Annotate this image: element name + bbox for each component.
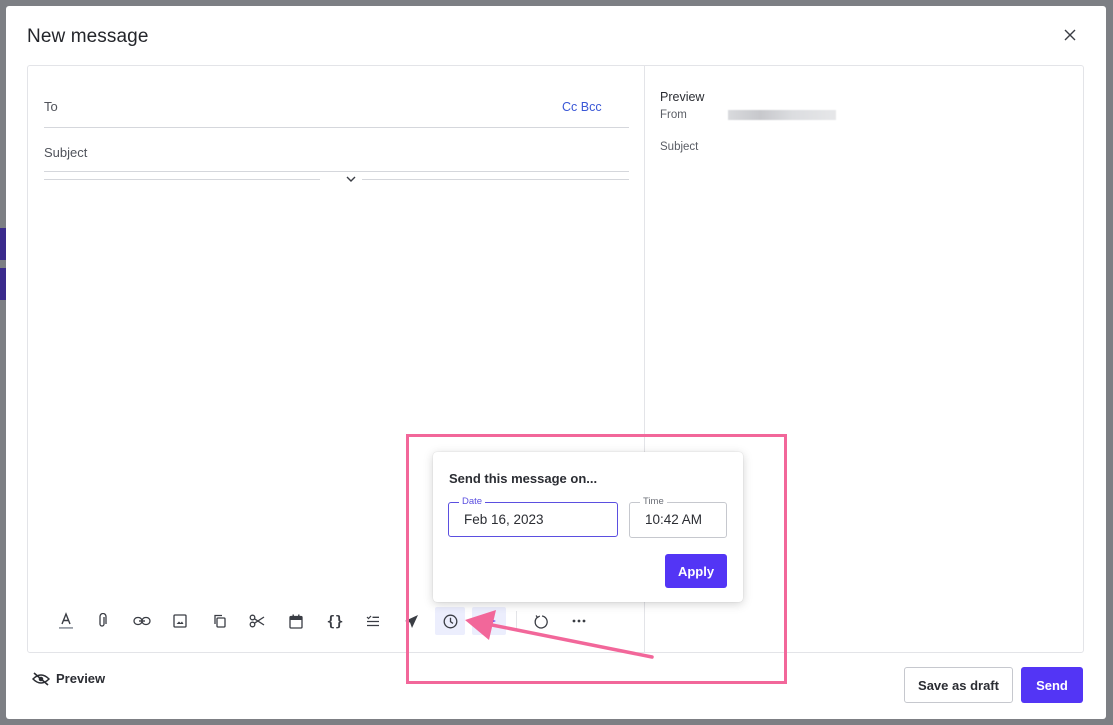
checklist-button[interactable] — [360, 607, 386, 635]
send-arrow-icon — [482, 616, 496, 626]
svg-text:{}: {} — [327, 614, 344, 629]
to-field-row: Cc Bcc — [44, 90, 629, 128]
subject-input[interactable] — [44, 145, 504, 160]
image-button[interactable] — [167, 607, 193, 635]
expand-divider — [44, 173, 629, 185]
subject-field-row — [44, 136, 629, 172]
braces-icon: {} — [327, 614, 344, 629]
time-input[interactable] — [645, 512, 721, 527]
schedule-send-button[interactable] — [435, 607, 465, 635]
time-label: Time — [640, 496, 667, 508]
paper-plane-icon — [404, 614, 418, 628]
calendar-button[interactable] — [283, 607, 309, 635]
preview-subject-label: Subject — [660, 141, 699, 153]
cut-button[interactable] — [244, 607, 270, 635]
clock-icon — [443, 614, 457, 628]
link-icon — [133, 616, 151, 626]
checklist-icon — [366, 615, 379, 627]
save-as-draft-button[interactable]: Save as draft — [904, 667, 1013, 703]
send-later-button[interactable] — [398, 607, 424, 635]
date-label: Date — [459, 496, 486, 508]
date-input[interactable] — [464, 512, 594, 527]
copy-button[interactable] — [206, 607, 232, 635]
apply-button[interactable]: Apply — [665, 554, 727, 588]
preview-title: Preview — [660, 90, 705, 104]
text-format-icon — [59, 612, 73, 629]
text-format-button[interactable] — [53, 607, 79, 635]
chevron-down-icon — [346, 176, 356, 182]
from-address-redacted — [728, 110, 836, 120]
close-icon — [1064, 29, 1076, 41]
modal-title: New message — [27, 26, 149, 47]
copy-icon — [214, 614, 226, 628]
send-button[interactable]: Send — [1021, 667, 1083, 703]
scissors-icon — [249, 614, 265, 628]
calendar-icon — [289, 614, 303, 629]
preview-toggle-label: Preview — [56, 671, 106, 686]
date-field[interactable]: Date — [448, 496, 618, 537]
send-arrow-button[interactable] — [472, 607, 506, 635]
close-button[interactable] — [1059, 24, 1081, 46]
link-button[interactable] — [129, 607, 155, 635]
variables-button[interactable]: {} — [322, 607, 348, 635]
more-icon — [572, 619, 586, 623]
undo-button[interactable] — [528, 607, 554, 635]
to-input[interactable] — [44, 99, 504, 114]
attachment-button[interactable] — [89, 607, 115, 635]
image-icon — [173, 614, 187, 628]
time-field[interactable]: Time — [629, 496, 727, 538]
undo-icon — [534, 615, 548, 629]
popover-title: Send this message on... — [449, 471, 598, 486]
preview-from-label: From — [660, 109, 687, 121]
expand-button[interactable] — [340, 173, 362, 185]
attachment-icon — [99, 613, 107, 627]
more-button[interactable] — [566, 607, 592, 635]
eye-off-icon — [32, 671, 50, 686]
schedule-send-popover: Send this message on... Date Time Apply — [433, 452, 743, 602]
preview-toggle[interactable]: Preview — [32, 671, 105, 686]
expand-divider-left — [44, 179, 320, 180]
expand-divider-right — [352, 179, 629, 180]
toolbar-separator — [516, 611, 517, 631]
cc-bcc-link[interactable]: Cc Bcc — [562, 100, 602, 114]
